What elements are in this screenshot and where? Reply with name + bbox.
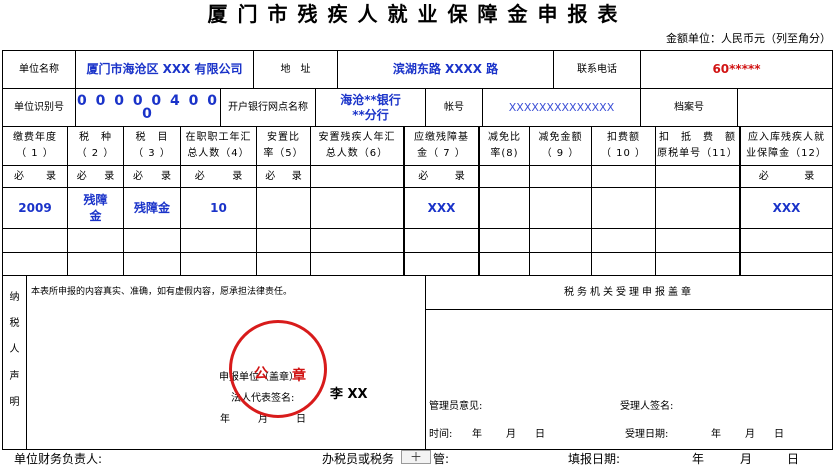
- deduction-receipt-value[interactable]: [656, 188, 739, 228]
- fill-date-year: 年: [692, 452, 705, 466]
- required-mark-right: 录: [104, 171, 115, 182]
- time-month: 月: [506, 429, 516, 440]
- archive-label: 档案号: [674, 102, 704, 113]
- required-mark-right: 录: [161, 171, 171, 182]
- col-header-11: 扣 抵 费 额 原税单号（11）: [657, 132, 738, 159]
- accept-day: 日: [774, 429, 784, 440]
- col-header-4: 在职职工年汇 总人数（4）: [185, 132, 252, 159]
- required-mark: 必录: [181, 166, 256, 187]
- required-mark: 必录: [3, 166, 67, 187]
- accept-year: 年: [711, 429, 721, 440]
- required-mark-left: 必: [76, 171, 87, 182]
- required-mark-left: 必: [133, 171, 143, 182]
- declaration-year: 年: [220, 414, 230, 425]
- expand-plus-button[interactable]: ＋: [401, 450, 431, 464]
- phone-label: 联系电话: [577, 64, 617, 75]
- phone-value[interactable]: 60*****: [641, 51, 832, 88]
- declaration-char: 税: [9, 318, 20, 330]
- seal-char-zhang: 章: [292, 368, 306, 384]
- archive-value[interactable]: [738, 89, 832, 126]
- taxpayer-declaration-label: 纳 税 人 声 明: [3, 282, 26, 414]
- unit-id-value[interactable]: 0 0 0 0 0 4 0 0 0: [76, 89, 220, 126]
- unit-name-label: 单位名称: [19, 64, 59, 75]
- required-mark-right: 录: [46, 171, 56, 182]
- address-value[interactable]: 滨湖东路 XXXX 路: [338, 51, 553, 88]
- col-header-7: 应缴残障基 金（ 7 ）: [414, 132, 469, 159]
- placement-rate-value[interactable]: [257, 188, 310, 228]
- accept-date-label: 受理日期:: [625, 429, 669, 440]
- required-mark-right: 录: [454, 171, 465, 182]
- fill-date-month: 月: [740, 452, 753, 466]
- legal-rep-signature[interactable]: 李 XX: [330, 388, 368, 401]
- currency-unit-note: 金额单位：人民币元（列至角分）: [666, 32, 831, 45]
- col-header-8: 减免比 率(8): [488, 132, 521, 159]
- finance-head-label: 单位财务负责人:: [14, 452, 103, 466]
- fund-due-value[interactable]: XXX: [405, 188, 478, 228]
- tax-agent-suffix: 管:: [433, 452, 450, 466]
- declaration-char: 声: [9, 370, 20, 382]
- col-header-10: 扣费额 （ 10 ）: [600, 132, 647, 159]
- official-seal-icon: [229, 320, 327, 418]
- reduction-rate-value[interactable]: [480, 188, 529, 228]
- required-mark: 必录: [257, 166, 310, 187]
- deduction-amount-value[interactable]: [592, 188, 655, 228]
- col-header-3: 税 目 （ 3 ）: [133, 132, 171, 159]
- fill-date-day: 日: [787, 452, 800, 466]
- col-header-5: 安置比 率（5）: [263, 132, 304, 159]
- bank-value[interactable]: 海沧**银行 **分行: [316, 89, 425, 126]
- col-header-12: 应入库残疾人就 业保障金（12）: [746, 132, 827, 159]
- unit-name-value[interactable]: 厦门市海沧区 XXX 有限公司: [76, 51, 253, 88]
- disabled-count-value[interactable]: [311, 188, 403, 228]
- acceptor-sign-label: 受理人签名:: [620, 401, 674, 412]
- employee-count-value[interactable]: 10: [181, 188, 256, 228]
- col-header-1: 缴费年度 （ 1 ）: [13, 132, 57, 159]
- required-mark-left: 必: [194, 171, 205, 182]
- required-mark-right: 录: [291, 171, 302, 182]
- col-header-6: 安置残疾人年汇 总人数（6）: [318, 132, 396, 159]
- required-mark: 必录: [741, 166, 832, 187]
- required-mark: 必录: [405, 166, 478, 187]
- declaration-char: 明: [9, 397, 20, 409]
- col-header-9: 减免金额 （ 9 ）: [538, 132, 583, 159]
- tax-agent-label: 办税员或税务: [322, 452, 395, 466]
- declaration-char: 纳: [9, 291, 20, 303]
- required-mark-left: 必: [265, 171, 276, 182]
- declaration-statement: 本表所申报的内容真实、准确，如有虚假内容，愿承担法律责任。: [31, 287, 293, 297]
- account-label: 帐号: [444, 102, 464, 113]
- seal-char-gong: 公: [254, 366, 268, 382]
- account-value[interactable]: XXXXXXXXXXXXXX: [483, 89, 640, 126]
- reduction-amount-value[interactable]: [530, 188, 591, 228]
- time-year: 年: [472, 429, 482, 440]
- required-mark: 必录: [68, 166, 123, 187]
- fill-date-label: 填报日期:: [568, 452, 621, 466]
- declaration-char: 人: [9, 344, 20, 356]
- address-label: 地 址: [280, 64, 311, 75]
- required-mark-left: 必: [758, 171, 769, 182]
- tax-item-value[interactable]: 残障金: [124, 188, 180, 228]
- time-day: 日: [535, 429, 545, 440]
- col-header-2: 税 种 （ 2 ）: [76, 132, 115, 159]
- year-value[interactable]: 2009: [3, 188, 67, 228]
- form-title: 厦门市残疾人就业保障金申报表: [207, 2, 628, 26]
- tax-type-value[interactable]: 残障 金: [68, 188, 123, 228]
- time-label: 时间:: [429, 429, 453, 440]
- required-mark-right: 录: [804, 171, 815, 182]
- required-mark-left: 必: [14, 171, 24, 182]
- bank-label: 开户银行网点名称: [228, 102, 308, 113]
- manager-opinion-label: 管理员意见:: [429, 401, 483, 412]
- required-mark: 必录: [124, 166, 180, 187]
- accept-month: 月: [745, 429, 755, 440]
- unit-id-label: 单位识别号: [14, 102, 64, 113]
- required-mark-left: 必: [418, 171, 429, 182]
- required-mark-right: 录: [232, 171, 243, 182]
- tax-office-header: 税务机关受理申报盖章: [564, 287, 694, 298]
- declaration-day: 日: [296, 414, 306, 425]
- fund-payable-value[interactable]: XXX: [741, 188, 832, 228]
